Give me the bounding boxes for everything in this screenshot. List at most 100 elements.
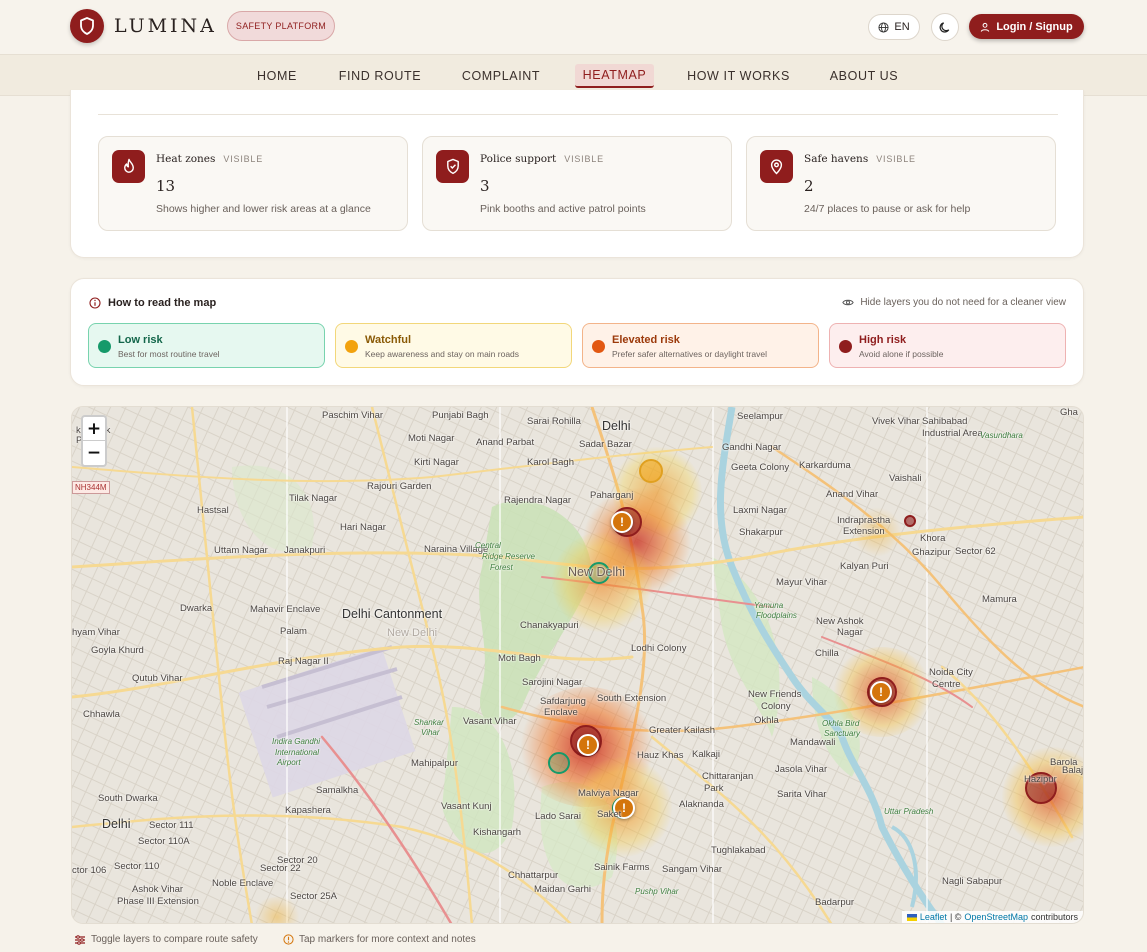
map-place-label: International [275, 748, 320, 757]
map-place-label: Hazipur [1024, 774, 1057, 785]
attribution-separator: | © [949, 912, 962, 922]
map-attribution: Leaflet | © OpenStreetMap contributors [901, 911, 1083, 923]
heatmap-map[interactable]: ! ! ! ! Paschim Vihar Punjabi Bagh Sarai R… [71, 406, 1084, 924]
map-place-label: Kirti Nagar [414, 457, 459, 468]
status-dot [592, 340, 605, 353]
nav-how-it-works[interactable]: HOW IT WORKS [686, 64, 791, 88]
stat-value: 2 [804, 177, 814, 195]
map-place-label: Vihar [421, 728, 440, 737]
stat-safe-havens[interactable]: Safe havens VISIBLE 2 24/7 places to paus… [746, 136, 1056, 231]
zoom-in-button[interactable]: + [83, 417, 105, 441]
map-place-label: South Extension [597, 693, 667, 704]
language-button[interactable]: EN [868, 14, 920, 40]
map-place-label: Noida City [929, 667, 973, 678]
nav-find-route[interactable]: FIND ROUTE [338, 64, 422, 88]
map-place-label: Hastsal [197, 505, 229, 516]
map-place-label: Nagli Sabapur [942, 876, 1003, 887]
user-icon [981, 22, 990, 32]
map-place-label: South Dwarka [98, 793, 158, 804]
map-place-label: Shankar [414, 718, 444, 727]
map-place-label: Raj Nagar II [278, 656, 329, 667]
theme-toggle-button[interactable] [931, 13, 959, 41]
moon-icon [939, 21, 949, 33]
map-place-label: Nagar [837, 627, 863, 638]
legend-title: How to read the map [89, 297, 216, 309]
high-risk-zone-marker[interactable] [904, 515, 916, 527]
stat-description: 24/7 places to pause or ask for help [804, 203, 971, 215]
map-place-label: Sarai Rohilla [527, 416, 581, 427]
legend-elevated-risk[interactable]: Elevated risk Prefer safer alternatives … [582, 323, 819, 368]
map-place-label: Khora [920, 533, 946, 544]
risk-description: Prefer safer alternatives or daylight tr… [612, 349, 767, 359]
map-place-label: Okhla [754, 715, 779, 726]
status-dot [345, 340, 358, 353]
leaflet-link[interactable]: Leaflet [920, 912, 947, 922]
visibility-badge: VISIBLE [564, 154, 604, 164]
map-place-label: Geeta Colony [731, 462, 790, 473]
osm-link[interactable]: OpenStreetMap [964, 912, 1028, 922]
visibility-badge: VISIBLE [223, 154, 264, 164]
map-place-label: Mahavir Enclave [250, 604, 321, 615]
warning-marker-icon[interactable]: ! [611, 511, 633, 533]
map-place-label: Rajouri Garden [367, 481, 432, 492]
low-risk-zone-marker[interactable] [548, 752, 570, 774]
map-place-label: Okhla Bird [822, 719, 860, 728]
stat-value: 13 [156, 177, 176, 195]
map-place-label: Uttam Nagar [214, 545, 268, 556]
stat-heat-zones[interactable]: Heat zones VISIBLE 13 Shows higher and lo… [98, 136, 408, 231]
brand-badge: SAFETY PLATFORM [226, 11, 336, 41]
map-place-label: Rajendra Nagar [504, 495, 572, 506]
warning-marker-icon[interactable]: ! [577, 734, 599, 756]
warning-marker-icon[interactable]: ! [870, 681, 892, 703]
nav-heatmap[interactable]: HEATMAP [575, 64, 654, 88]
risk-name: Watchful [365, 334, 412, 346]
map-place-label: Paharganj [590, 490, 634, 501]
map-place-label: Kapashera [285, 805, 331, 816]
map-place-label: Industrial Area [922, 428, 983, 439]
stat-police-support[interactable]: Police support VISIBLE 3 Pink booths and … [422, 136, 732, 231]
login-signup-button[interactable]: Login / Signup [969, 14, 1084, 39]
language-label: EN [894, 21, 910, 33]
map-place-label: Moti Nagar [408, 433, 455, 444]
map-place-label: Enclave [544, 707, 578, 718]
map-place-label: New Delhi [568, 565, 625, 579]
map-place-label: Vasant Vihar [463, 716, 517, 727]
map-place-label: Uttar Pradesh [884, 807, 934, 816]
map-place-label: Sainik Farms [594, 862, 650, 873]
risk-name: Low risk [118, 334, 163, 346]
nav-complaint[interactable]: COMPLAINT [458, 64, 544, 88]
map-place-label: Kalkaji [692, 749, 720, 760]
watchful-zone-marker[interactable] [639, 459, 663, 483]
map-pin-icon [760, 150, 793, 183]
map-place-label: Karkarduma [799, 460, 851, 471]
map-place-label: Greater Kailash [649, 725, 716, 736]
map-place-label: Gandhi Nagar [722, 442, 782, 453]
map-place-label: Sangam Vihar [662, 864, 723, 875]
legend-high-risk[interactable]: High risk Avoid alone if possible [829, 323, 1066, 368]
nav-about-us[interactable]: ABOUT US [828, 64, 900, 88]
warning-circle-icon [283, 934, 294, 945]
zoom-out-button[interactable]: − [83, 441, 105, 465]
status-dot [839, 340, 852, 353]
map-place-label: Sarojini Nagar [522, 677, 583, 688]
map-place-label: Mandawali [790, 737, 836, 748]
map-place-label: Lado Sarai [535, 811, 581, 822]
map-place-label: Laxmi Nagar [733, 505, 787, 516]
layers-icon [75, 935, 85, 945]
flame-icon [112, 150, 145, 183]
brand[interactable]: LUMINA SAFETY PLATFORM [70, 9, 336, 43]
map-place-label: Saket [597, 809, 622, 820]
map-place-label: Palam [280, 626, 307, 637]
legend-watchful[interactable]: Watchful Keep awareness and stay on main… [335, 323, 572, 368]
map-place-label: Vasundhara [980, 431, 1023, 440]
map-place-label: Kishangarh [473, 827, 522, 838]
map-place-label: Dwarka [180, 603, 213, 614]
nav-home[interactable]: HOME [252, 64, 302, 88]
map-place-label: Central [475, 541, 501, 550]
legend-low-risk[interactable]: Low risk Best for most routine travel [88, 323, 325, 368]
risk-name: High risk [859, 334, 907, 346]
map-place-label: Anand Vihar [826, 489, 879, 500]
map-place-label: New Friends [748, 689, 802, 700]
map-place-label: Extension [843, 526, 885, 537]
map-place-label: Floodplains [756, 611, 797, 620]
